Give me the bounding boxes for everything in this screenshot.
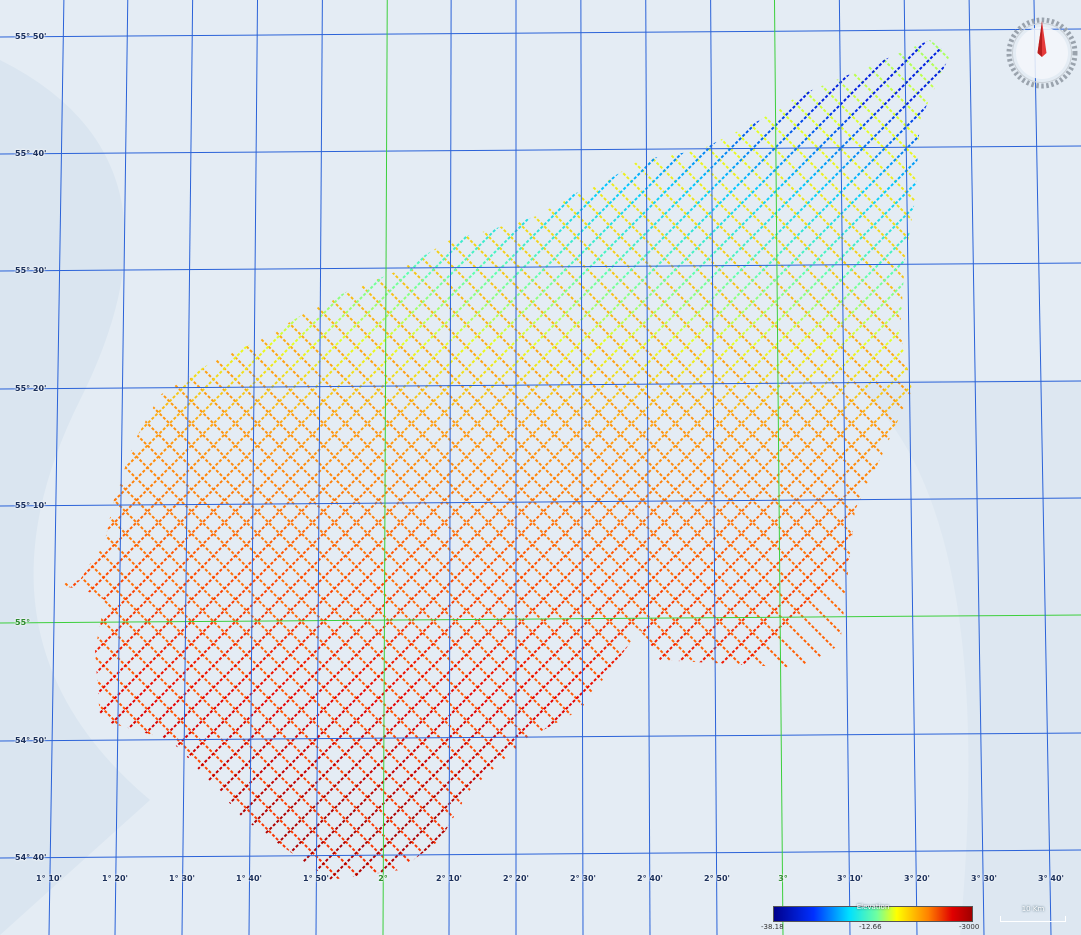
longitude-label: 1° 50' bbox=[303, 874, 329, 883]
longitude-label: 1° 20' bbox=[102, 874, 128, 883]
legend-title: Elevation bbox=[856, 903, 890, 911]
longitude-label: 2° 50' bbox=[704, 874, 730, 883]
longitude-label: 1° 40' bbox=[236, 874, 262, 883]
latitude-label: 54° 50' bbox=[15, 736, 47, 745]
latitude-label: 55° 20' bbox=[15, 384, 47, 393]
scale-bar-label: 10 Km bbox=[1021, 905, 1045, 913]
elevation-legend: Elevation -38.18 -12.66 -3000 bbox=[761, 903, 979, 933]
longitude-label: 2° 20' bbox=[503, 874, 529, 883]
compass-rose-icon[interactable] bbox=[1006, 17, 1078, 89]
legend-max-value: -3000 bbox=[959, 923, 980, 931]
map-canvas[interactable] bbox=[0, 0, 1081, 935]
longitude-label: 3° 30' bbox=[971, 874, 997, 883]
latitude-label: 55° 50' bbox=[15, 32, 47, 41]
longitude-label: 3° bbox=[778, 874, 788, 883]
longitude-label: 3° 20' bbox=[904, 874, 930, 883]
latitude-label: 55° 10' bbox=[15, 501, 47, 510]
longitude-label: 2° 30' bbox=[570, 874, 596, 883]
latitude-label: 55° 40' bbox=[15, 149, 47, 158]
scale-bar-line bbox=[1000, 916, 1066, 922]
latitude-label: 55° bbox=[15, 618, 31, 627]
scale-bar: 10 Km bbox=[998, 905, 1068, 922]
longitude-label: 1° 30' bbox=[169, 874, 195, 883]
legend-min-value: -38.18 bbox=[761, 923, 784, 931]
longitude-label: 2° bbox=[378, 874, 388, 883]
latitude-label: 54° 40' bbox=[15, 853, 47, 862]
longitude-label: 3° 40' bbox=[1038, 874, 1064, 883]
longitude-label: 2° 10' bbox=[436, 874, 462, 883]
latitude-label: 55° 30' bbox=[15, 266, 47, 275]
longitude-label: 3° 10' bbox=[837, 874, 863, 883]
longitude-label: 2° 40' bbox=[637, 874, 663, 883]
longitude-label: 1° 10' bbox=[36, 874, 62, 883]
legend-mid-value: -12.66 bbox=[859, 923, 882, 931]
